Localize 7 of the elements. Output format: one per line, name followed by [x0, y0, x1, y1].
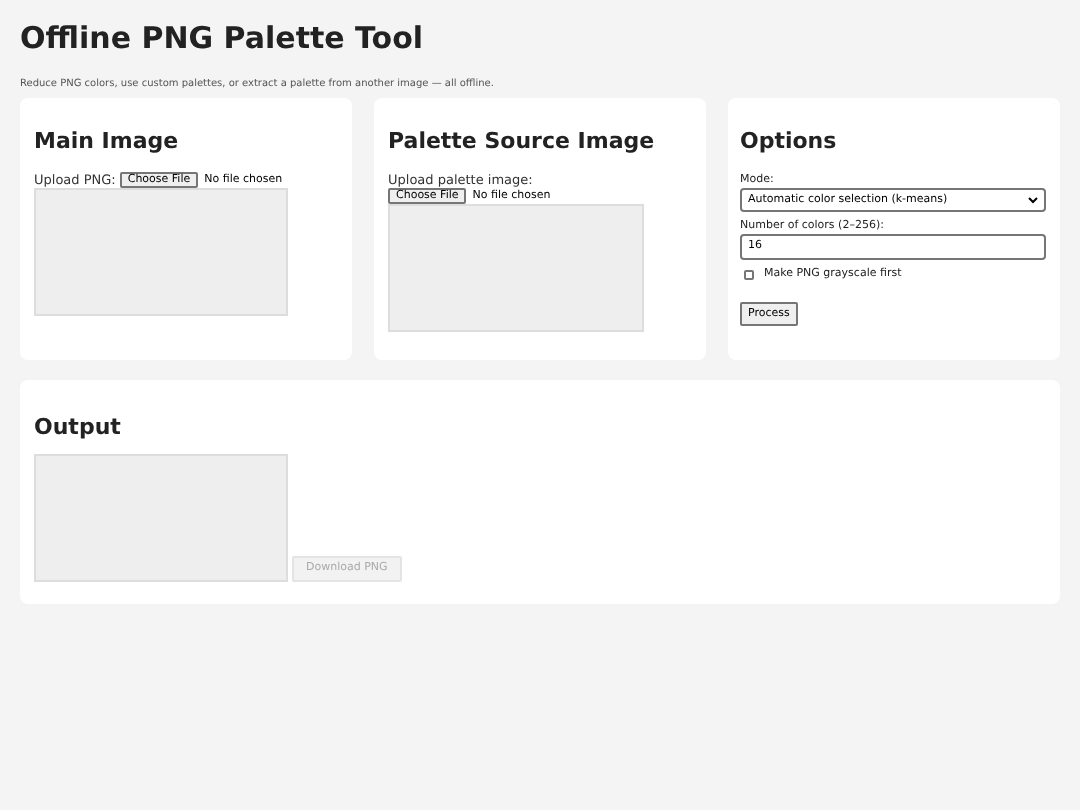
page-title: Offline PNG Palette Tool [20, 20, 426, 56]
card-heading: Output [34, 414, 123, 440]
grayscale-checkbox[interactable] [744, 269, 754, 280]
card-heading: Main Image [34, 128, 181, 154]
card-heading: Options [740, 128, 839, 154]
card-heading: Palette Source Image [388, 128, 657, 154]
chevron-icon [1028, 196, 1038, 204]
